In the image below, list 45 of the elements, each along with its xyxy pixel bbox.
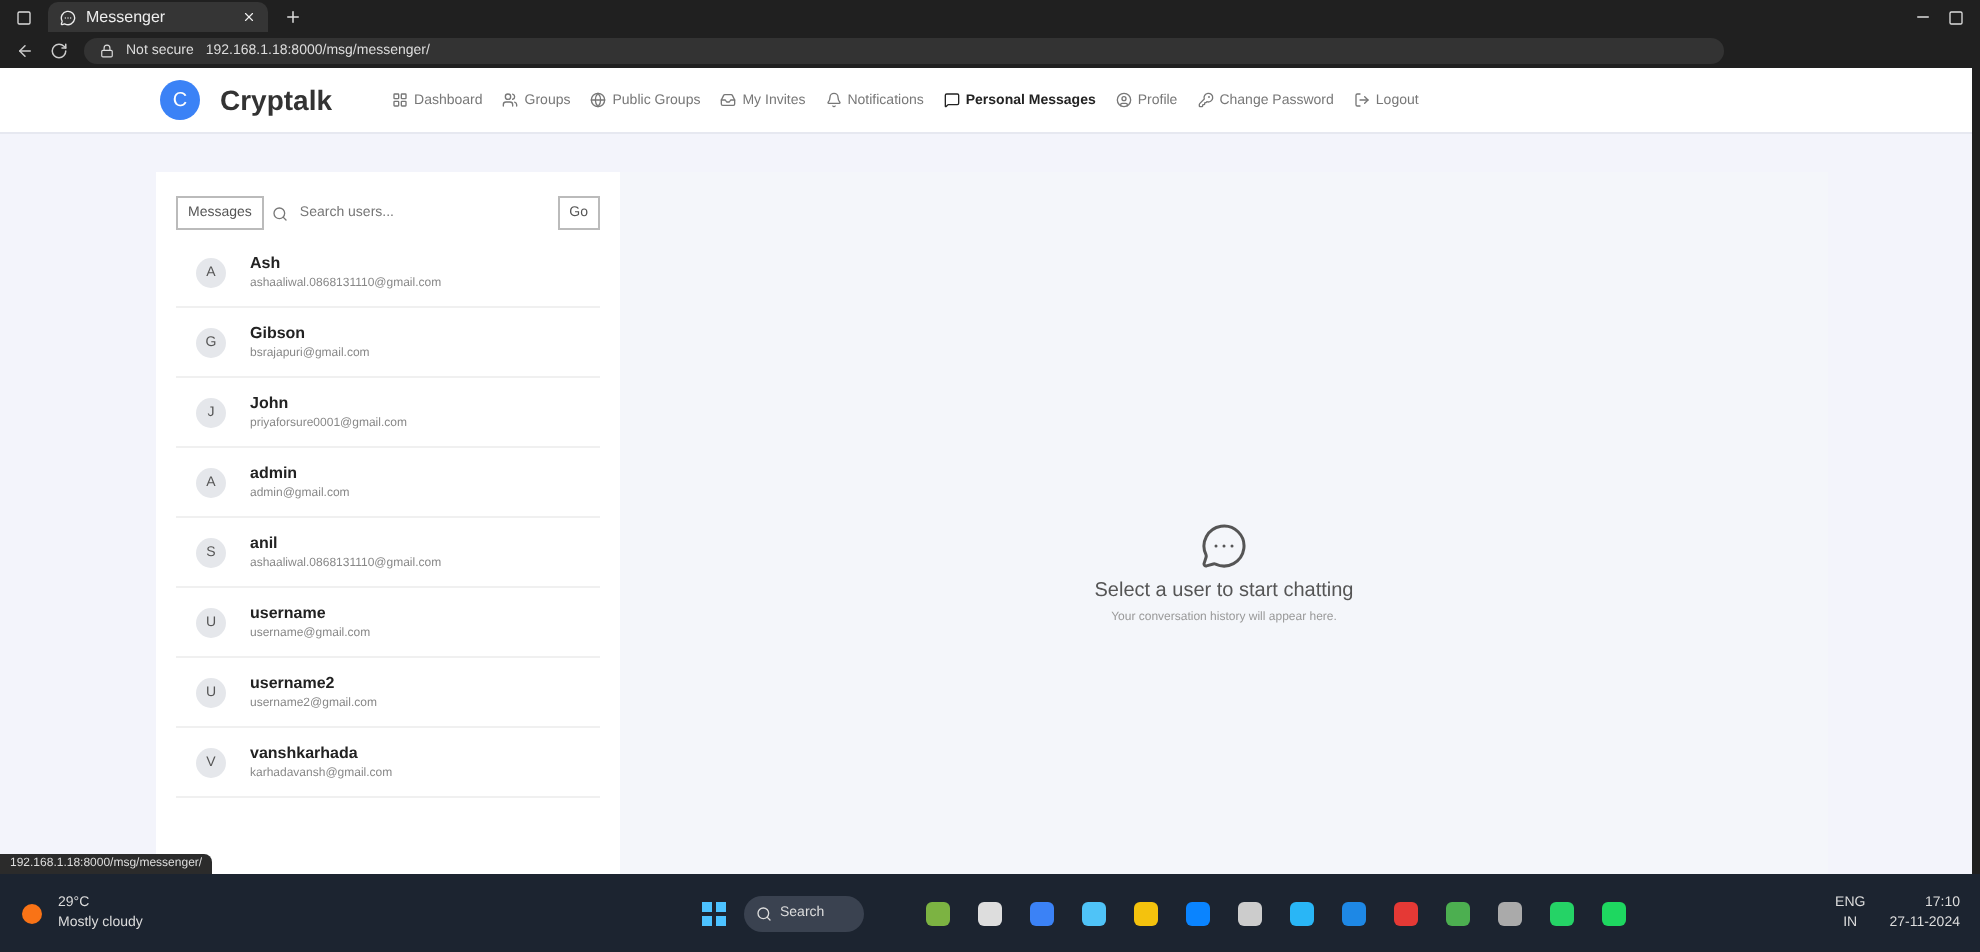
app-icon[interactable] [1548,899,1576,927]
browser-tab[interactable]: Messenger [48,2,268,32]
inbox-icon [720,92,737,108]
app-icon[interactable] [1496,899,1524,927]
app-icon[interactable] [1080,899,1108,927]
back-icon[interactable] [16,42,34,60]
start-icon[interactable] [700,899,728,927]
user-name: username2 [250,674,337,692]
tab-actions-icon[interactable] [16,9,32,25]
maximize-icon[interactable] [1948,9,1964,25]
grid-icon [392,92,409,108]
globe-icon [590,92,607,108]
user-name: anil [250,534,280,552]
new-tab-icon[interactable] [284,8,302,26]
users-icon [502,92,519,108]
lock-icon [100,44,114,58]
user-name: John [250,394,291,412]
user-name: admin [250,464,300,482]
user-name: Gibson [250,324,308,342]
user-name: Ash [250,254,283,272]
app-icon[interactable] [1132,899,1160,927]
user-icon [1115,92,1132,108]
search-icon [271,205,288,221]
app-icon[interactable] [924,899,952,927]
app-icon[interactable] [976,899,1004,927]
app-icon[interactable] [1444,899,1472,927]
chat-icon [943,92,960,108]
user-name: username [250,604,328,622]
brand-name: Cryptalk [220,84,333,116]
app-icon[interactable] [1600,899,1628,927]
logo-icon: C [160,80,200,120]
logout-icon [1353,92,1370,108]
chat-icon [60,9,76,25]
empty-title: Select a user to start chatting [1094,580,1354,602]
bell-icon [825,92,842,108]
close-icon[interactable] [242,10,256,24]
app-icon[interactable] [1236,899,1264,927]
user-name: vanshkarhada [250,744,360,762]
key-icon [1197,92,1214,108]
tab-title: Messenger [86,8,168,26]
app-icon[interactable] [1288,899,1316,927]
search-icon [756,905,772,921]
reload-icon[interactable] [50,42,68,60]
weather-icon [20,901,48,925]
chat-bubble-icon [1200,522,1248,570]
